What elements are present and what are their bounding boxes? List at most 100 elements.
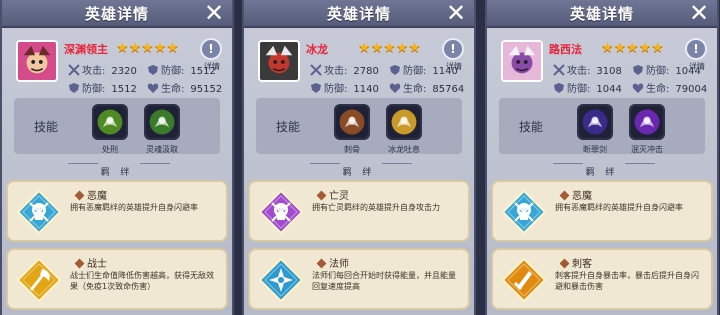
- panel-title: 英雄详情: [569, 5, 634, 23]
- shield-icon: [68, 82, 80, 94]
- star-emblem-icon: [258, 257, 304, 303]
- stat-item: 生命: 95152: [147, 80, 222, 95]
- skill-icon[interactable]: [144, 104, 180, 140]
- stat-item: 生命: 85764: [389, 80, 464, 95]
- star-icon: ★: [408, 40, 421, 56]
- close-icon[interactable]: ✕: [687, 1, 711, 25]
- stat-value: 2320: [111, 66, 137, 77]
- bond-name-text: 亡灵: [329, 191, 349, 202]
- skill-icon[interactable]: [629, 104, 665, 140]
- info-button[interactable]: !: [200, 38, 222, 60]
- star-rating: ★★★★★: [116, 40, 179, 56]
- stat-label: 防御:: [567, 84, 591, 95]
- bond-card[interactable]: 亡灵 拥有亡灵羁绊的英雄提升自身攻击力: [248, 180, 470, 242]
- star-icon: ★: [383, 40, 396, 56]
- skills-label: 技能: [276, 120, 301, 134]
- stat-label: 攻击:: [324, 66, 348, 77]
- bond-description: 拥有亡灵羁绊的英雄提升自身攻击力: [312, 203, 440, 212]
- bond-header: 羁 绊: [487, 160, 717, 178]
- stat-value: 1512: [190, 66, 216, 77]
- info-button[interactable]: !: [442, 38, 464, 60]
- skill-icon[interactable]: [386, 104, 422, 140]
- bond-name: 战士: [74, 255, 107, 270]
- stat-label: 防御:: [161, 66, 185, 77]
- hero-avatar[interactable]: [501, 40, 543, 82]
- hero-panel: 英雄详情 ✕ 深渊领主 ★★★★★! 详情 攻击: 2320 防御: 1512 防御: 1512 生…: [0, 0, 234, 315]
- heart-icon: [632, 82, 644, 94]
- bond-name-text: 恶魔: [87, 191, 107, 202]
- hero-name: 路西法: [549, 43, 582, 56]
- bond-header: 羁 绊: [244, 160, 474, 178]
- hero-avatar[interactable]: [16, 40, 58, 82]
- bond-name-text: 恶魔: [572, 191, 592, 202]
- divider-ornament: [68, 163, 98, 169]
- diamond-icon: [74, 258, 85, 269]
- bond-card[interactable]: 恶魔 拥有恶魔羁绊的英雄提升自身闪避率: [6, 180, 228, 242]
- shield-icon: [632, 64, 644, 76]
- stat-label: 攻击:: [567, 66, 591, 77]
- star-icon: ★: [613, 40, 627, 56]
- stat-item: 防御: 1512: [147, 62, 216, 77]
- bond-description: 战士们生命值降低伤害越高，获得无敌效果（免疫1次致命伤害）: [70, 271, 214, 291]
- stat-label: 生命:: [403, 84, 427, 95]
- bond-header: 羁 绊: [2, 160, 232, 178]
- star-icon: ★: [370, 40, 384, 56]
- stat-value: 79004: [675, 84, 708, 95]
- bond-card[interactable]: 战士 战士们生命值降低伤害越高，获得无敌效果（免疫1次致命伤害）: [6, 248, 228, 310]
- star-rating: ★★★★★: [358, 40, 421, 56]
- bond-description: 拥有恶魔羁绊的英雄提升自身闪避率: [555, 203, 683, 212]
- skill-icon[interactable]: [92, 104, 128, 140]
- bond-label: 羁 绊: [342, 168, 376, 178]
- bond-name-text: 法师: [329, 259, 349, 270]
- bond-card[interactable]: 法师 法师们每回合开始时获得能量，并且能量回复速度提高: [248, 248, 470, 310]
- skills-box: 技能 断罪剑 泯灭冲击: [499, 98, 705, 154]
- star-icon: ★: [601, 40, 614, 56]
- close-icon[interactable]: ✕: [444, 1, 468, 25]
- bond-label: 羁 绊: [585, 168, 619, 178]
- skill-icon[interactable]: [577, 104, 613, 140]
- divider-ornament: [382, 163, 412, 169]
- info-button[interactable]: !: [685, 38, 707, 60]
- bond-card[interactable]: 恶魔 拥有恶魔羁绊的英雄提升自身闪避率: [491, 180, 713, 242]
- hero-detail-screen: 英雄详情 ✕ 深渊领主 ★★★★★! 详情 攻击: 2320 防御: 1512 防御: 1512 生…: [0, 0, 720, 315]
- shield-icon: [553, 82, 565, 94]
- stat-label: 防御:: [403, 66, 427, 77]
- star-icon: ★: [638, 40, 652, 56]
- sword-icon: [310, 64, 322, 76]
- stat-value: 1044: [596, 84, 622, 95]
- skull-emblem-icon: [258, 189, 304, 235]
- bond-card[interactable]: 刺客 刺客提升自身暴击率，暴击后提升自身闪避和暴击伤害: [491, 248, 713, 310]
- heart-icon: [147, 82, 159, 94]
- sword-icon: [68, 64, 80, 76]
- skill-name: 灵魂汲取: [146, 145, 178, 154]
- skill-icon[interactable]: [334, 104, 370, 140]
- close-icon[interactable]: ✕: [202, 1, 226, 25]
- skull-emblem-icon: [16, 189, 62, 235]
- stat-item: 防御: 1044: [632, 62, 701, 77]
- bond-name: 恶魔: [559, 187, 592, 202]
- divider-ornament: [553, 163, 583, 169]
- axe-emblem-icon: [16, 257, 62, 303]
- stat-value: 2780: [353, 66, 379, 77]
- stat-label: 生命:: [161, 84, 185, 95]
- stat-item: 生命: 79004: [632, 80, 707, 95]
- stat-value: 95152: [190, 84, 223, 95]
- diamond-icon: [316, 190, 327, 201]
- stat-label: 防御:: [82, 84, 106, 95]
- stat-value: 1140: [353, 84, 379, 95]
- sword-icon: [553, 64, 565, 76]
- star-icon: ★: [153, 40, 167, 56]
- divider-ornament: [625, 163, 655, 169]
- star-icon: ★: [626, 40, 639, 56]
- bond-name: 亡灵: [316, 187, 349, 202]
- skill-name: 冰龙吐息: [388, 145, 420, 154]
- hero-avatar[interactable]: [258, 40, 300, 82]
- title-bar: 英雄详情 ✕: [487, 0, 717, 28]
- stat-item: 防御: 1512: [68, 80, 137, 95]
- stat-label: 防御:: [646, 66, 670, 77]
- star-icon: ★: [116, 40, 129, 56]
- diamond-icon: [74, 190, 85, 201]
- star-icon: ★: [395, 40, 409, 56]
- diamond-icon: [559, 190, 570, 201]
- dagger-emblem-icon: [501, 257, 547, 303]
